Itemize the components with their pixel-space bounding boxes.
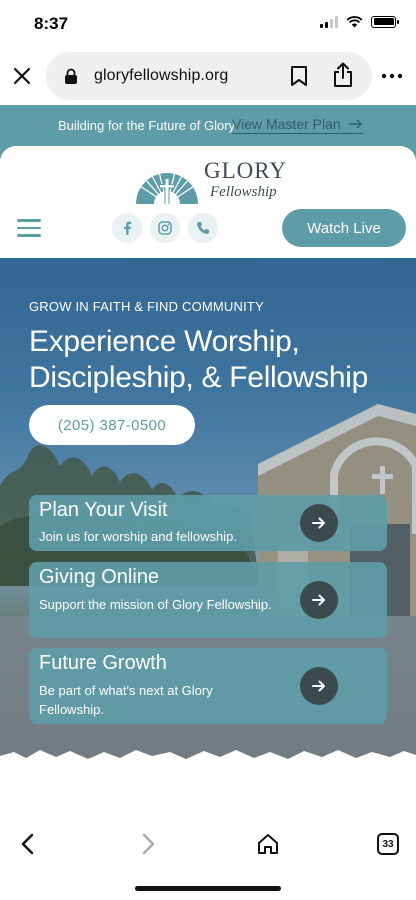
card-title: Giving Online	[39, 566, 160, 588]
browser-bar: gloryfellowship.org	[0, 48, 416, 105]
bookmark-icon[interactable]	[290, 65, 308, 87]
facebook-icon[interactable]	[112, 213, 142, 243]
arrow-right-icon[interactable]	[300, 581, 338, 619]
card-description: Be part of what's next at Glory Fellowsh…	[39, 683, 213, 717]
card-description: Join us for worship and fellowship.	[39, 529, 237, 544]
logo-sunburst-icon	[136, 167, 198, 205]
card-title: Future Growth	[39, 652, 167, 674]
status-bar: 8:37	[0, 0, 416, 48]
home-icon[interactable]	[256, 832, 280, 856]
hero-eyebrow: GROW IN FAITH & FIND COMMUNITY	[29, 299, 264, 314]
menu-icon[interactable]	[17, 219, 41, 239]
watch-live-button[interactable]: Watch Live	[282, 209, 406, 247]
site-header: GLORY Fellowship Watch Live	[0, 146, 416, 258]
card-title: Plan Your Visit	[39, 499, 168, 521]
back-icon[interactable]	[18, 832, 38, 856]
status-time: 8:37	[34, 14, 69, 33]
giving-online-card[interactable]: Giving Online Support the mission of Glo…	[29, 562, 387, 638]
phone-icon[interactable]	[188, 213, 218, 243]
more-options-icon[interactable]	[380, 66, 404, 86]
lock-icon	[65, 68, 77, 84]
arrow-right-icon	[348, 119, 362, 129]
instagram-icon[interactable]	[150, 213, 180, 243]
arrow-right-icon[interactable]	[300, 504, 338, 542]
address-bar[interactable]: gloryfellowship.org	[46, 52, 372, 100]
arrow-right-icon[interactable]	[300, 667, 338, 705]
plan-your-visit-card[interactable]: Plan Your Visit Join us for worship and …	[29, 495, 387, 551]
battery-icon	[371, 15, 399, 28]
torn-paper-edge	[0, 750, 416, 780]
logo-wordmark: GLORY	[204, 158, 287, 183]
site-logo[interactable]: GLORY Fellowship	[134, 154, 287, 210]
home-indicator	[135, 886, 281, 891]
close-icon[interactable]	[10, 64, 34, 88]
browser-toolbar: 33	[0, 812, 416, 900]
hero-section: GROW IN FAITH & FIND COMMUNITY Experienc…	[0, 258, 416, 780]
banner-link-label: View Master Plan	[232, 116, 341, 132]
banner-text: Building for the Future of Glory	[58, 118, 236, 133]
tabs-button[interactable]: 33	[377, 833, 399, 855]
wifi-icon	[346, 16, 363, 28]
view-master-plan-link[interactable]: View Master Plan	[232, 116, 363, 134]
status-icons	[320, 15, 399, 28]
logo-script: Fellowship	[210, 184, 277, 200]
cellular-signal-icon	[320, 15, 338, 28]
phone-number-button[interactable]: (205) 387-0500	[29, 405, 195, 445]
share-icon[interactable]	[332, 62, 354, 88]
future-growth-card[interactable]: Future Growth Be part of what's next at …	[29, 648, 387, 724]
url-text: gloryfellowship.org	[94, 67, 229, 84]
hero-title: Experience Worship, Discipleship, & Fell…	[29, 325, 369, 394]
forward-icon[interactable]	[138, 832, 158, 856]
card-description: Support the mission of Glory Fellowship.	[39, 597, 272, 612]
